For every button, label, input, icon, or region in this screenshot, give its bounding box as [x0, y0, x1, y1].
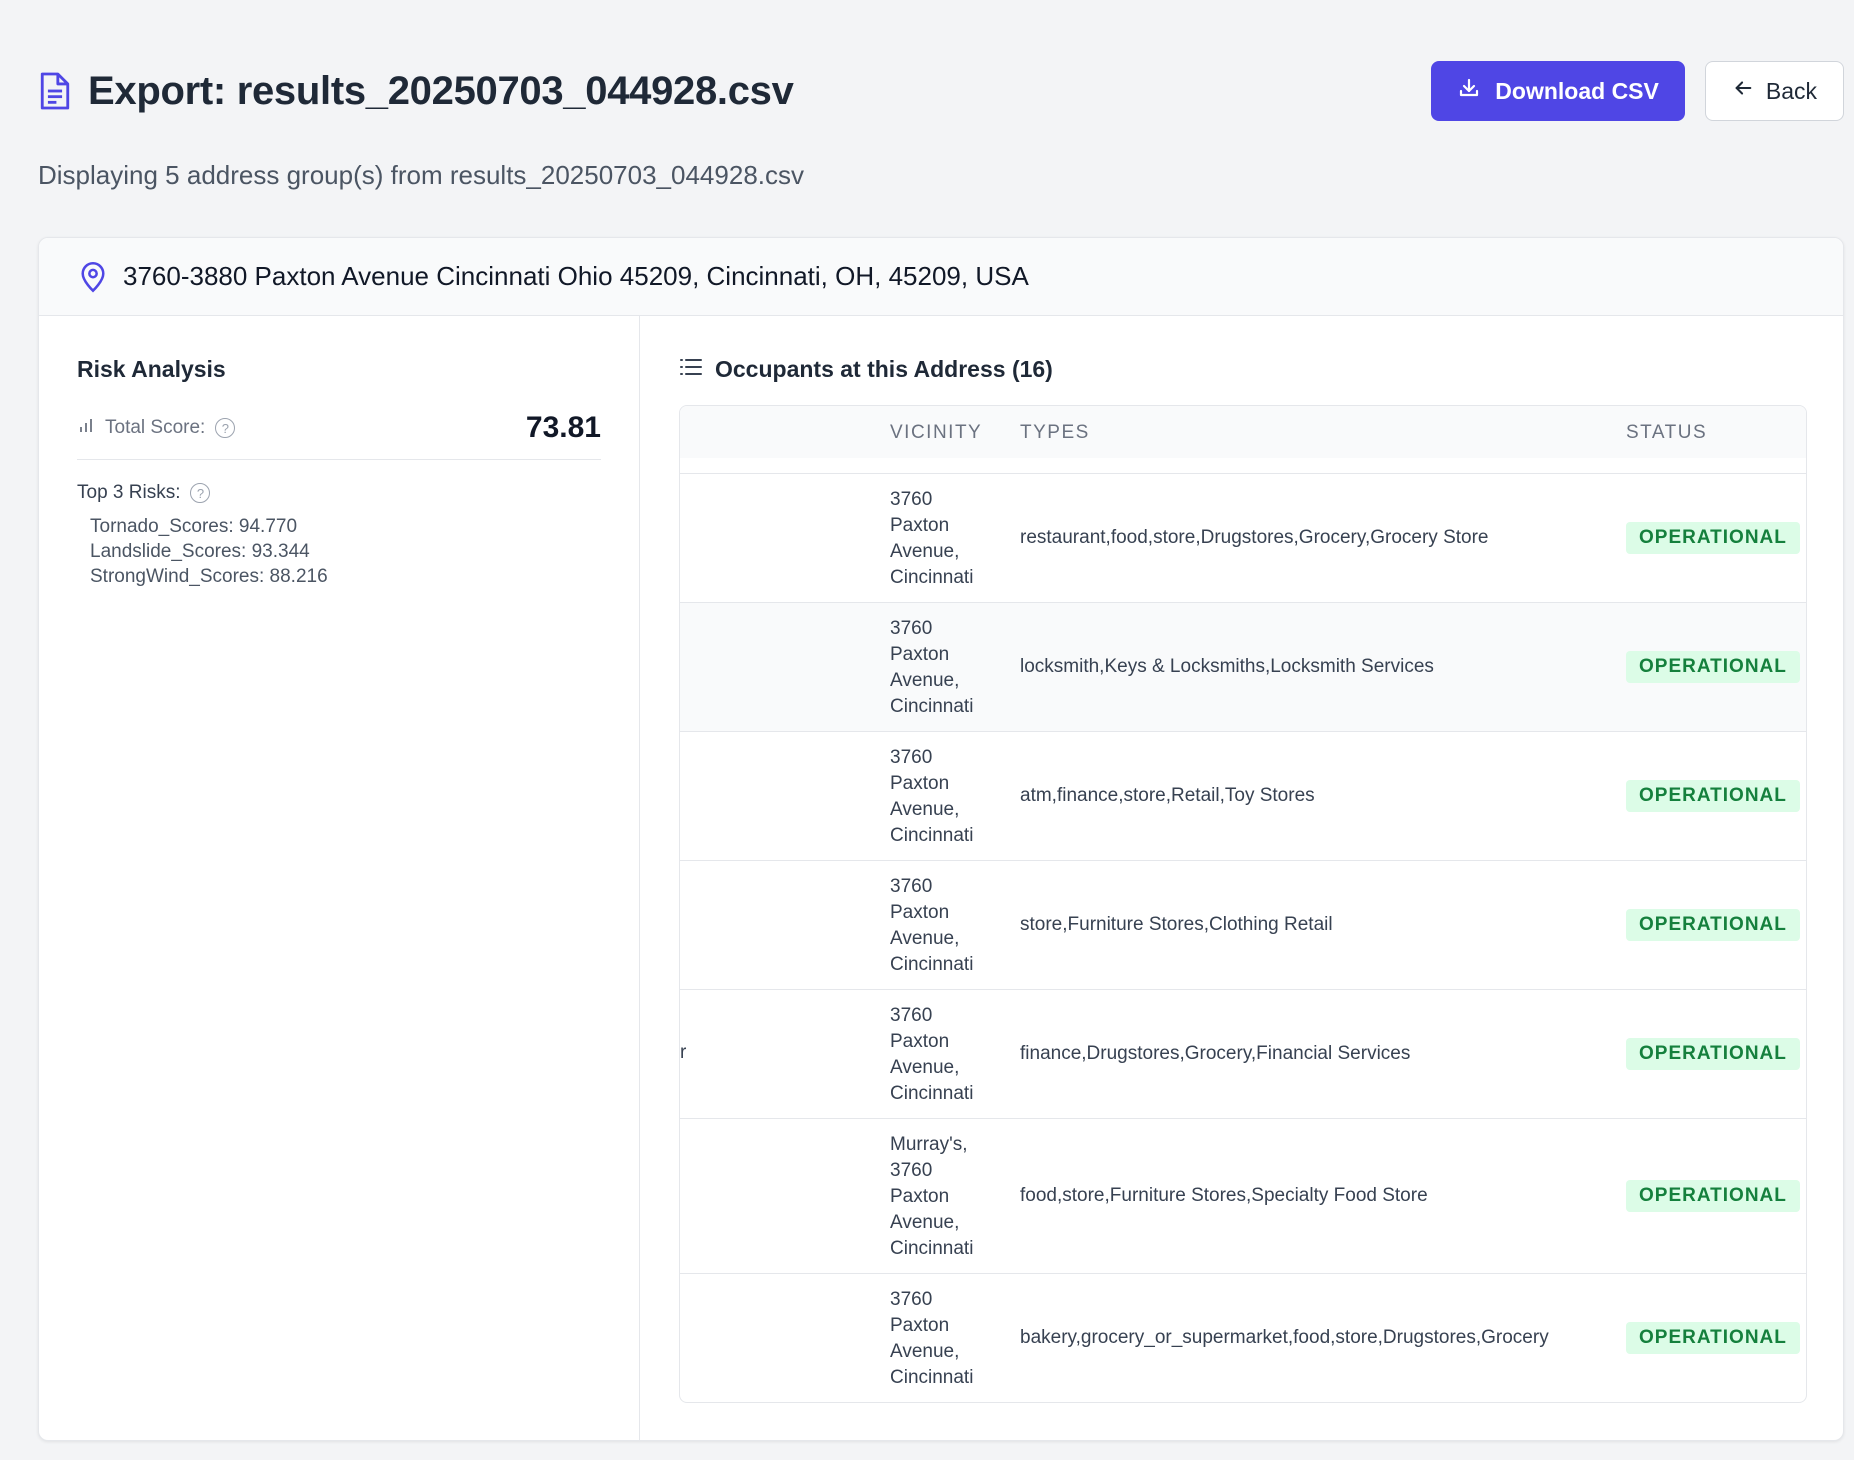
vicinity-line: Avenue,	[890, 669, 960, 691]
vicinity-line: 3760	[890, 746, 933, 768]
vicinity-line: Avenue,	[890, 927, 960, 949]
status-badge: OPERATIONAL	[1626, 1321, 1800, 1354]
bar-chart-icon	[77, 416, 95, 440]
vicinity-cell: Murray's, 3760 Paxton Avenue, Cincinnati	[890, 1132, 990, 1262]
top-risks-label: Top 3 Risks:	[77, 482, 181, 503]
vicinity-line: Murray's,	[890, 1133, 968, 1155]
address-header: 3760-3880 Paxton Avenue Cincinnati Ohio …	[39, 238, 1843, 316]
risk-item: Tornado_Scores: 94.770	[90, 516, 298, 537]
vicinity-line: Cincinnati	[890, 566, 974, 588]
risk-item: StrongWind_Scores: 88.216	[90, 566, 328, 587]
status-badge: OPERATIONAL	[1626, 1179, 1800, 1212]
vicinity-line: Cincinnati	[890, 1082, 974, 1104]
vicinity-line: Cincinnati	[890, 1366, 974, 1388]
table-header: VICINITY TYPES STATUS	[680, 406, 1806, 458]
status-badge: OPERATIONAL	[1626, 908, 1800, 941]
vicinity-cell: 3760 Paxton Avenue, Cincinnati	[890, 1287, 990, 1391]
table-row[interactable]: 3760 Paxton Avenue, Cincinnati store,Furnitu…	[680, 861, 1806, 990]
risk-analysis-panel: Risk Analysis Total Score: ? 73.81 Top 3…	[39, 316, 640, 1440]
vicinity-line: Avenue,	[890, 540, 960, 562]
column-header-status[interactable]: STATUS	[1626, 422, 1707, 444]
total-score-label: Total Score:	[105, 417, 206, 438]
types-cell: store,Furniture Stores,Clothing Retail	[1020, 913, 1333, 935]
vicinity-line: Avenue,	[890, 1056, 960, 1078]
help-icon[interactable]: ?	[190, 483, 211, 503]
map-pin-icon	[79, 261, 107, 293]
types-cell: bakery,grocery_or_supermarket,food,store…	[1020, 1326, 1549, 1348]
download-csv-button[interactable]: Download CSV	[1431, 61, 1685, 121]
table-row[interactable]: 3760 Paxton Avenue, Cincinnati bakery,grocer…	[680, 1274, 1806, 1402]
truncated-cell: r	[680, 1041, 687, 1063]
risk-item: Landslide_Scores: 93.344	[90, 541, 310, 562]
vicinity-line: Avenue,	[890, 798, 960, 820]
vicinity-cell: 3760 Paxton Avenue, Cincinnati	[890, 616, 990, 720]
table-body: 3760 Paxton Avenue, Cincinnati restaurant,fo…	[680, 473, 1806, 1402]
column-header-vicinity[interactable]: VICINITY	[890, 422, 982, 444]
total-score-label-wrap: Total Score: ?	[77, 416, 236, 440]
top-risks-heading: Top 3 Risks: ?	[77, 482, 601, 504]
types-cell: atm,finance,store,Retail,Toy Stores	[1020, 784, 1315, 806]
back-label: Back	[1765, 77, 1817, 104]
status-badge: OPERATIONAL	[1626, 521, 1800, 554]
page-title: Export: results_20250703_044928.csv	[88, 68, 794, 113]
vicinity-line: Paxton	[890, 514, 950, 536]
vicinity-line: 3760	[890, 875, 933, 897]
vicinity-line: Paxton	[890, 901, 950, 923]
vicinity-line: Cincinnati	[890, 953, 974, 975]
types-cell: food,store,Furniture Stores,Specialty Fo…	[1020, 1184, 1428, 1206]
risk-analysis-title: Risk Analysis	[77, 356, 226, 382]
total-score-row: Total Score: ? 73.81	[77, 407, 601, 460]
vicinity-line: Cincinnati	[890, 824, 974, 846]
total-score-value: 73.81	[525, 411, 601, 444]
vicinity-line: Cincinnati	[890, 695, 974, 717]
table-row[interactable]: r 3760 Paxton Avenue, Cincinnati finance,Drug…	[680, 990, 1806, 1119]
types-cell: restaurant,food,store,Drugstores,Grocery…	[1020, 526, 1489, 548]
vicinity-line: 3760	[890, 1004, 933, 1026]
column-header-types[interactable]: TYPES	[1020, 422, 1090, 444]
status-badge: OPERATIONAL	[1626, 1037, 1800, 1070]
types-cell: locksmith,Keys & Locksmiths,Locksmith Se…	[1020, 655, 1434, 677]
page-header: Export: results_20250703_044928.csv Down…	[38, 60, 1844, 122]
vicinity-line: Avenue,	[890, 1340, 960, 1362]
occupants-title: Occupants at this Address (16)	[715, 356, 1053, 382]
vicinity-line: Cincinnati	[890, 1237, 974, 1259]
vicinity-line: 3760	[890, 617, 933, 639]
vicinity-line: Paxton	[890, 1030, 950, 1052]
status-badge: OPERATIONAL	[1626, 779, 1800, 812]
arrow-left-icon	[1732, 77, 1754, 105]
types-cell: finance,Drugstores,Grocery,Financial Ser…	[1020, 1042, 1411, 1064]
download-csv-label: Download CSV	[1495, 77, 1659, 104]
vicinity-line: Paxton	[890, 643, 950, 665]
table-row[interactable]: 3760 Paxton Avenue, Cincinnati restaurant,fo…	[680, 474, 1806, 603]
help-icon[interactable]: ?	[215, 418, 236, 438]
table-row[interactable]: 3760 Paxton Avenue, Cincinnati atm,finance,s…	[680, 732, 1806, 861]
occupants-table[interactable]: VICINITY TYPES STATUS 3760 Paxton Avenue, C…	[679, 405, 1807, 1403]
vicinity-line: 3760	[890, 1159, 933, 1181]
table-row[interactable]: Murray's, 3760 Paxton Avenue, Cincinnati food…	[680, 1119, 1806, 1274]
address-text: 3760-3880 Paxton Avenue Cincinnati Ohio …	[123, 261, 1029, 291]
vicinity-line: Paxton	[890, 1185, 950, 1207]
vicinity-line: 3760	[890, 488, 933, 510]
vicinity-line: Paxton	[890, 1314, 950, 1336]
vicinity-line: Avenue,	[890, 1211, 960, 1233]
document-icon	[38, 69, 74, 113]
export-summary: Displaying 5 address group(s) from resul…	[38, 160, 804, 190]
vicinity-cell: 3760 Paxton Avenue, Cincinnati	[890, 745, 990, 849]
vicinity-line: 3760	[890, 1288, 933, 1310]
header-actions: Download CSV Back	[1431, 61, 1844, 121]
vicinity-line: Paxton	[890, 772, 950, 794]
occupants-panel: Occupants at this Address (16) VICINITY …	[641, 316, 1843, 1440]
download-icon	[1457, 76, 1481, 106]
status-badge: OPERATIONAL	[1626, 650, 1800, 683]
vicinity-cell: 3760 Paxton Avenue, Cincinnati	[890, 487, 990, 591]
occupants-heading: Occupants at this Address (16)	[679, 356, 1805, 383]
list-icon	[679, 356, 703, 383]
back-button[interactable]: Back	[1704, 61, 1844, 121]
address-group-card: 3760-3880 Paxton Avenue Cincinnati Ohio …	[38, 237, 1844, 1441]
table-row[interactable]: 3760 Paxton Avenue, Cincinnati locksmith,Key…	[680, 603, 1806, 732]
vicinity-cell: 3760 Paxton Avenue, Cincinnati	[890, 874, 990, 978]
vicinity-cell: 3760 Paxton Avenue, Cincinnati	[890, 1003, 990, 1107]
